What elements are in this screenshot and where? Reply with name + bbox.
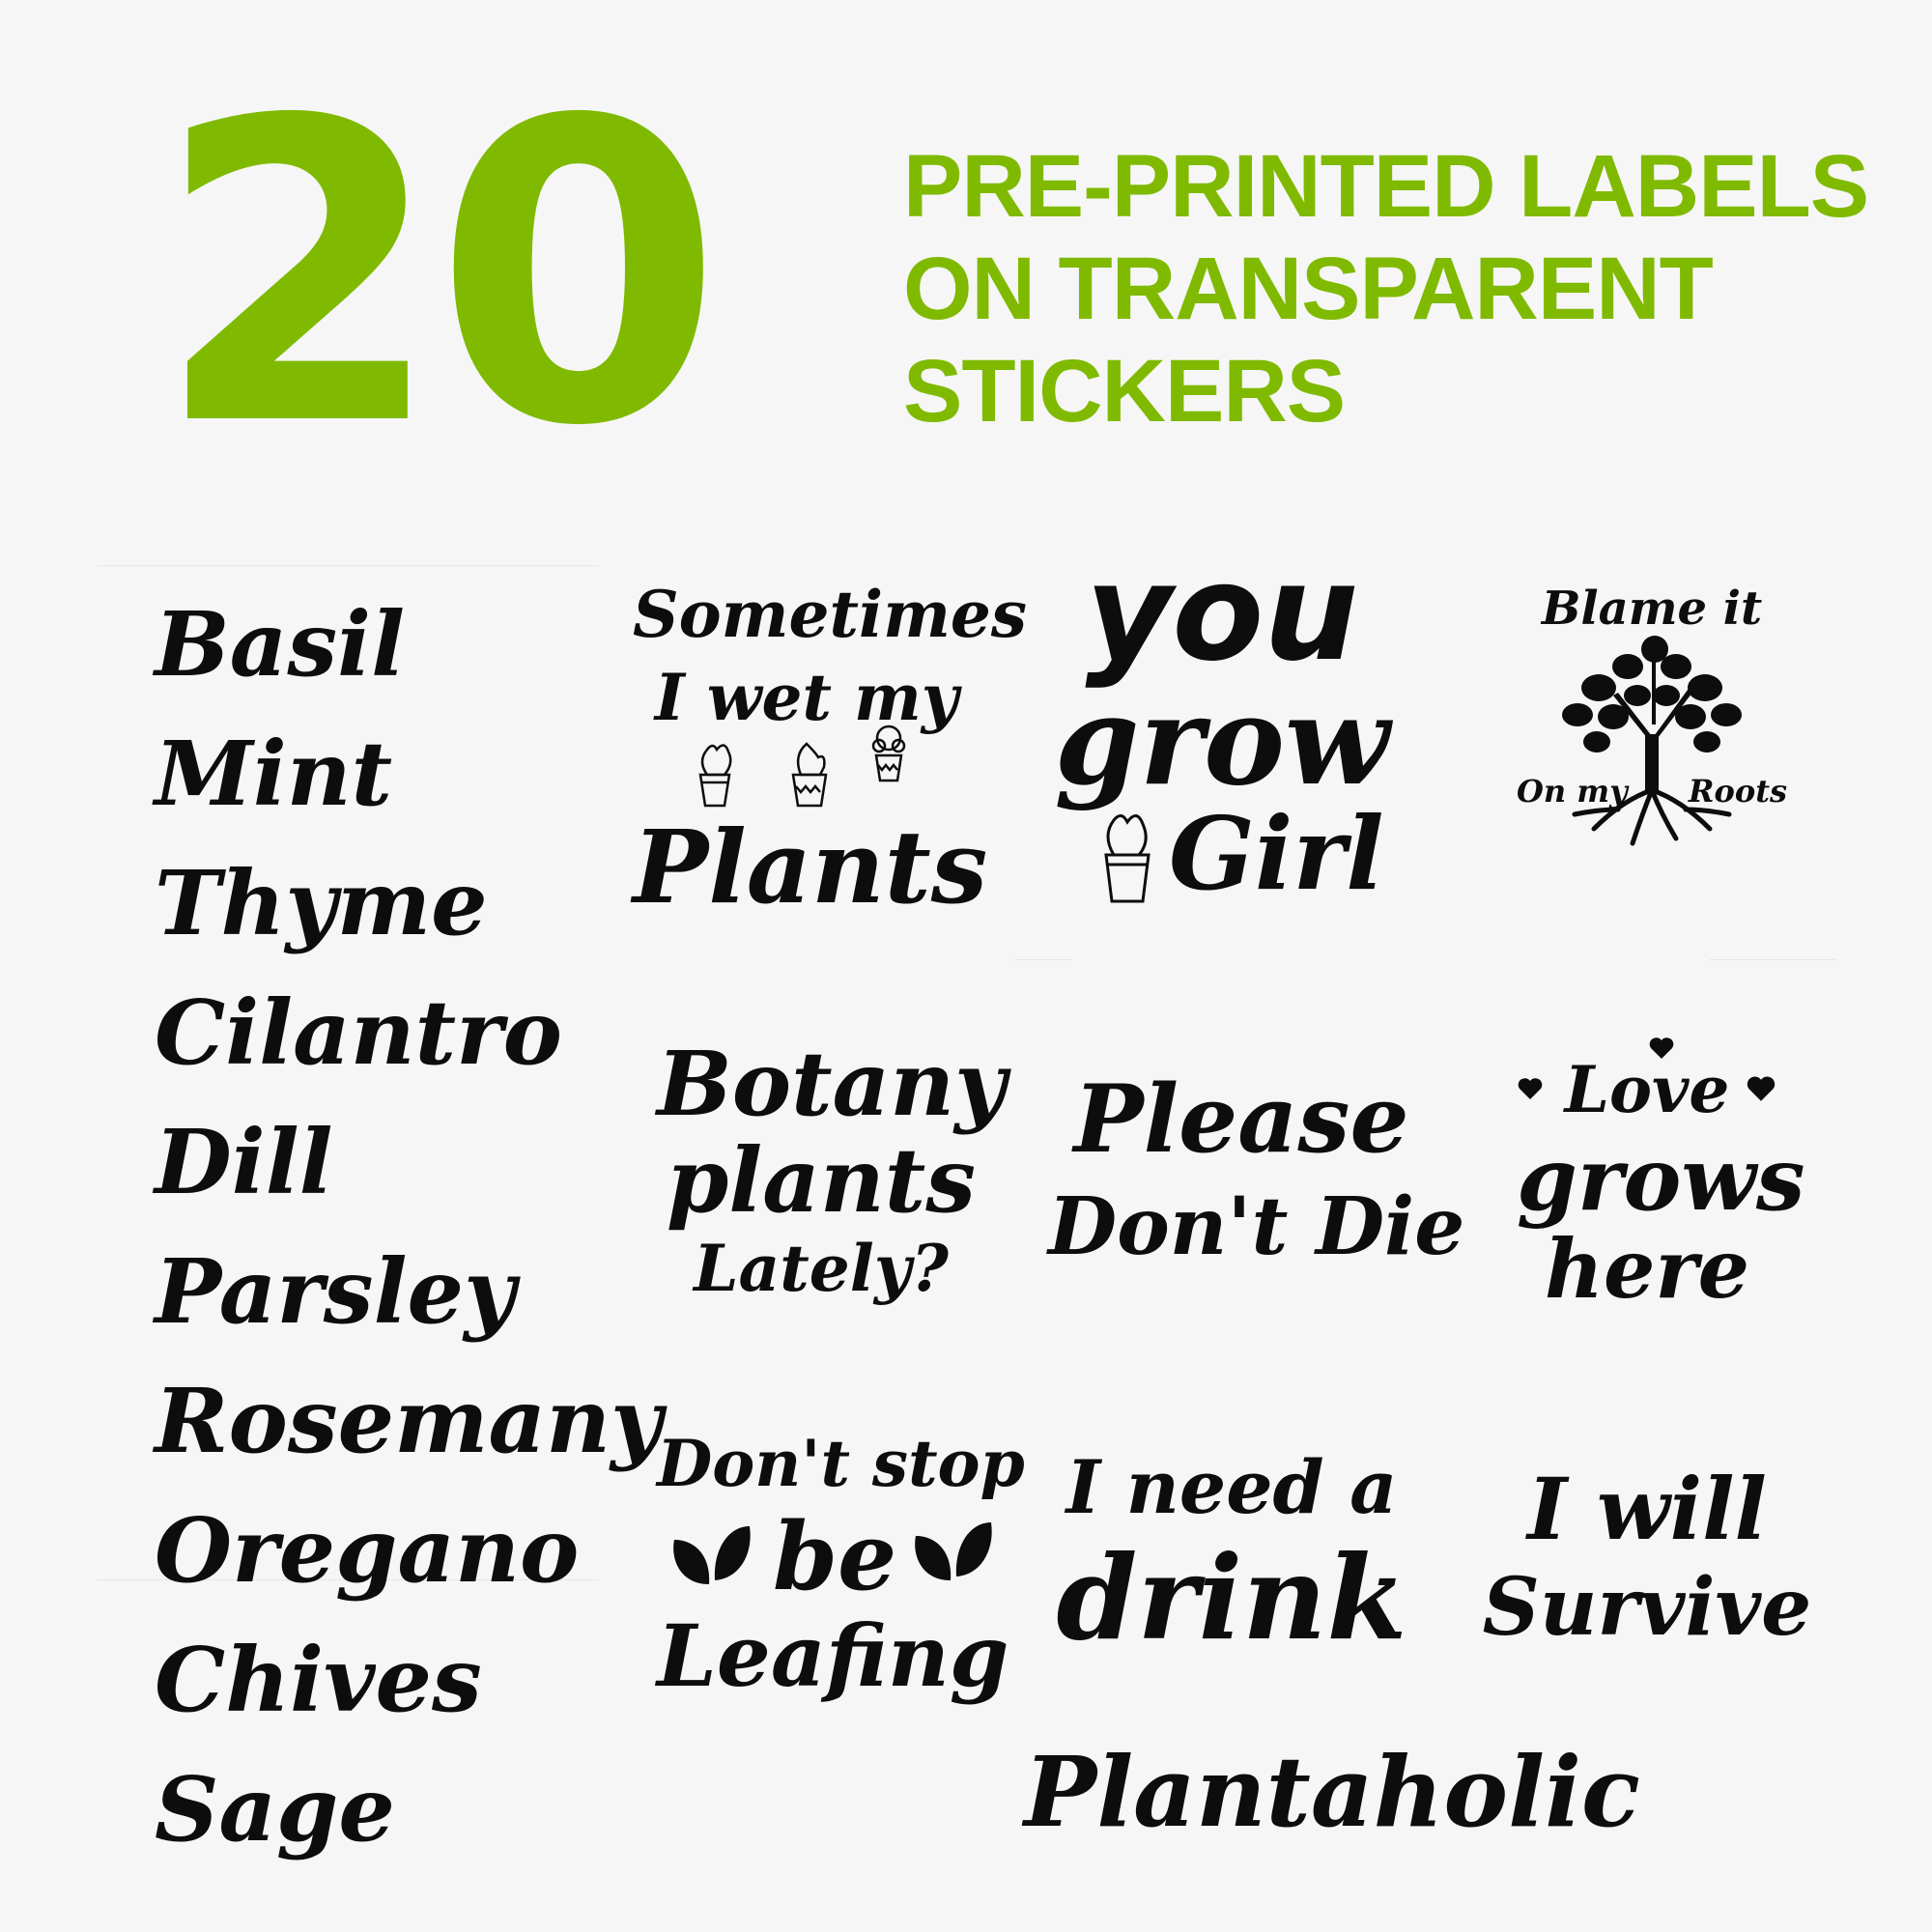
sticker-line: On my xyxy=(1517,773,1628,810)
sticker-line: Please xyxy=(1073,1065,1409,1174)
sticker-blame-roots: Blame it On my Roots xyxy=(1517,580,1787,889)
herb-list: Basil Mint Thyme Cilantro Dill Parsley R… xyxy=(155,580,662,1874)
heart-icon xyxy=(1518,1078,1543,1099)
sticker-line: Botany xyxy=(657,1032,1007,1136)
divider xyxy=(97,565,599,566)
sticker-line: here xyxy=(1544,1221,1750,1317)
herb-label: Chives xyxy=(155,1628,482,1732)
herb-label: Thyme xyxy=(155,851,488,955)
sticker-dont-stop-leafing: Don't stop be Leafing xyxy=(657,1420,1025,1706)
sticker-line: Survive xyxy=(1482,1561,1812,1654)
label-count: 20 xyxy=(155,34,723,517)
girl-row: Girl xyxy=(1048,801,1396,917)
sticker-line: Plantaholic xyxy=(1024,1735,1640,1849)
sticker-line: Plants xyxy=(633,808,988,926)
sticker-line: Girl xyxy=(1169,794,1384,913)
headline-line-3: STICKERS xyxy=(903,342,1346,440)
tree-with-roots-icon xyxy=(1562,636,1742,846)
sticker-line: Don't stop xyxy=(657,1426,1025,1501)
sticker-wet-my-plants: Sometimes I wet my Plants xyxy=(633,570,1028,926)
sticker-need-a-drink: I need a drink xyxy=(1048,1439,1415,1662)
potted-cactus-icon xyxy=(871,724,906,782)
sticker-line: Lately? xyxy=(694,1231,949,1306)
sticker-botany: Botany plants Lately? xyxy=(657,1032,1007,1310)
sticker-line: Love xyxy=(1564,1052,1730,1127)
sticker-line: Leafing xyxy=(657,1605,1009,1706)
divider xyxy=(1710,959,1835,960)
leaf-icon xyxy=(673,1526,751,1584)
be-row: be xyxy=(657,1507,1005,1607)
potted-cactus-icon xyxy=(698,744,732,808)
sticker-line: Don't Die xyxy=(1048,1180,1465,1273)
herb-label: Oregano xyxy=(155,1498,580,1603)
sticker-line: I will xyxy=(1527,1459,1767,1559)
heart-icon xyxy=(1649,1037,1674,1059)
headline-line-2: ON TRANSPARENT xyxy=(903,240,1714,338)
potted-cactus-icon xyxy=(1104,814,1151,903)
sticker-line: you xyxy=(1085,535,1359,691)
sticker-please-dont-die: Please Don't Die xyxy=(1048,1063,1465,1277)
heart-icon xyxy=(1747,1076,1776,1101)
herb-label: Sage xyxy=(155,1757,395,1861)
sticker-line: grow xyxy=(1054,669,1390,812)
sticker-you-grow-girl: you grow Girl xyxy=(1048,546,1396,917)
sticker-line: I need a xyxy=(1065,1444,1398,1530)
herb-label: Dill xyxy=(155,1110,333,1214)
headline-line-1: PRE-PRINTED LABELS xyxy=(903,137,1869,236)
herb-label: Mint xyxy=(155,722,393,826)
herb-label: Basil xyxy=(155,592,406,696)
sticker-line: plants xyxy=(666,1128,977,1233)
sticker-line: be xyxy=(773,1502,897,1611)
sticker-will-survive: I will Survive xyxy=(1473,1459,1821,1656)
divider xyxy=(1014,959,1072,960)
herb-label: Cilantro xyxy=(155,980,562,1085)
sticker-plantaholic: Plantaholic xyxy=(1024,1729,1640,1855)
sticker-line: Sometimes xyxy=(633,577,1028,652)
potted-cactus-icon xyxy=(791,742,828,808)
sticker-line: grows xyxy=(1517,1128,1805,1231)
sticker-line: Roots xyxy=(1688,773,1787,810)
sticker-line: I wet my xyxy=(654,660,959,735)
herb-label: Parsley xyxy=(155,1239,516,1344)
herb-label: Rosemany xyxy=(155,1369,663,1473)
sticker-love-grows: Love grows here xyxy=(1517,1034,1805,1317)
sticker-line: drink xyxy=(1056,1530,1407,1666)
leaf-icon xyxy=(915,1522,992,1580)
pot-row xyxy=(633,724,980,811)
headline: PRE-PRINTED LABELS ON TRANSPARENT STICKE… xyxy=(903,135,1869,442)
